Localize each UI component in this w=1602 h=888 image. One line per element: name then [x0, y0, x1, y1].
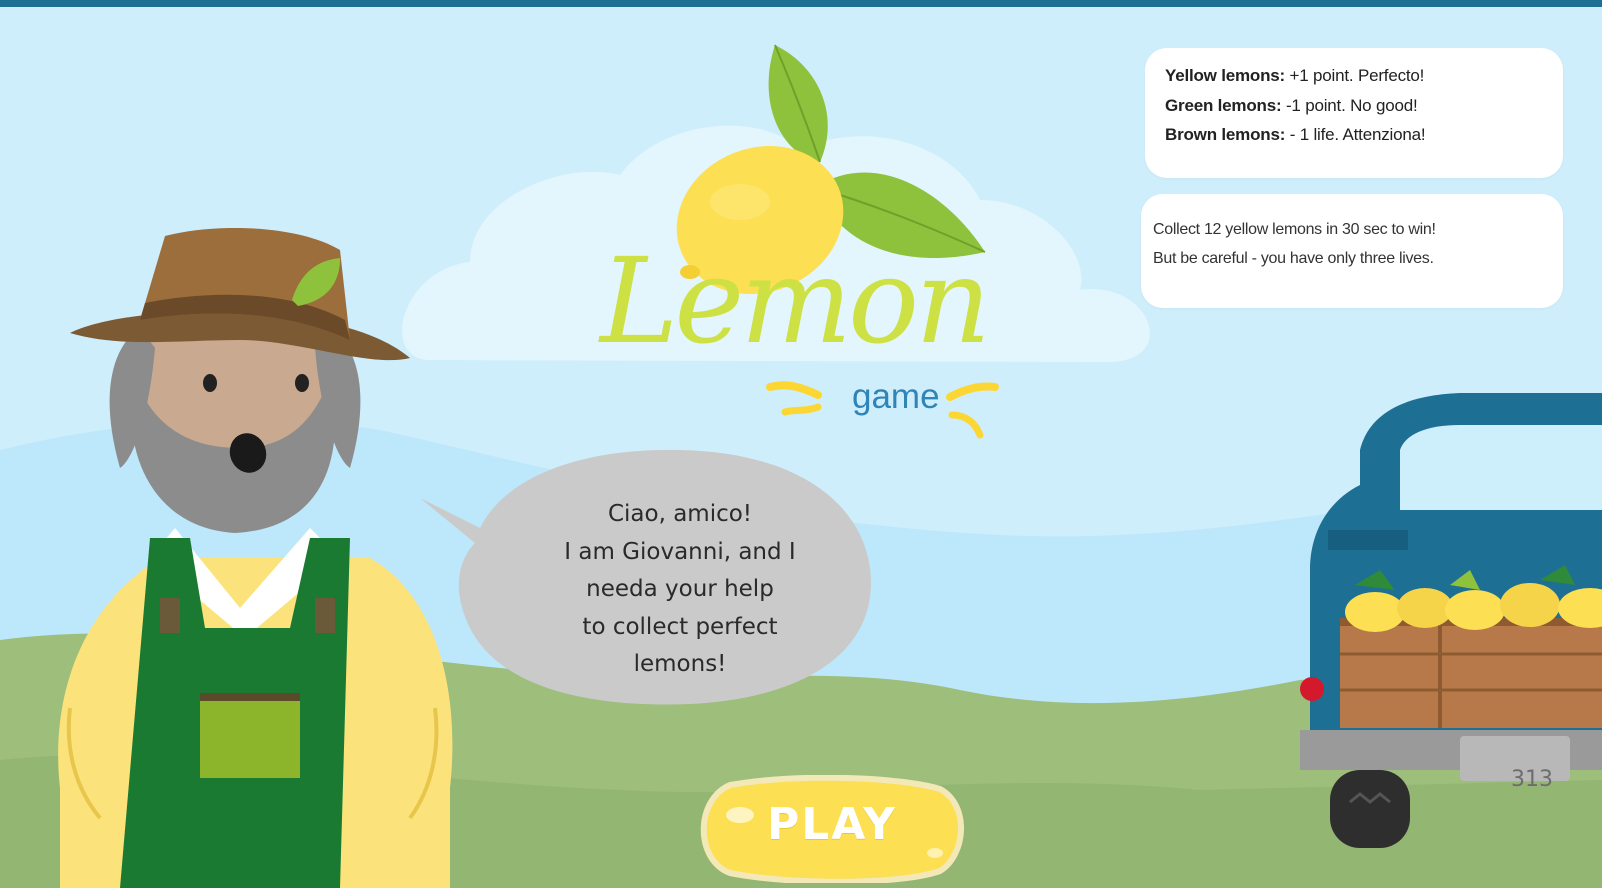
rule-yellow: Yellow lemons: +1 point. Perfecto! [1165, 66, 1424, 86]
rule-yellow-label: Yellow lemons: [1165, 66, 1286, 85]
logo-subtitle: game [852, 377, 940, 416]
goal-line-1: Collect 12 yellow lemons in 30 sec to wi… [1153, 221, 1436, 238]
speech-text: Ciao, amico! I am Giovanni, and I needa … [520, 496, 840, 684]
speech-line: Ciao, amico! [607, 501, 753, 527]
rules-panel: Yellow lemons: +1 point. Perfecto! Green… [1145, 48, 1563, 178]
goal-line-2: But be careful - you have only three liv… [1153, 250, 1434, 267]
game-scene: Ciao, amico! I am Giovanni, and I needa … [0, 7, 1602, 888]
play-button[interactable]: PLAY [700, 775, 964, 883]
license-plate: 313 [1511, 767, 1553, 792]
logo-title: Lemon [600, 232, 991, 370]
speech-line: lemons! [633, 651, 727, 677]
rule-green-label: Green lemons: [1165, 96, 1282, 115]
speech-line: I am Giovanni, and I [564, 538, 796, 565]
speech-line: needa your help [586, 576, 774, 602]
rule-green: Green lemons: -1 point. No good! [1165, 96, 1418, 116]
top-border [0, 0, 1602, 7]
rule-brown: Brown lemons: - 1 life. Attenziona! [1165, 125, 1426, 145]
speech-line: to collect perfect [582, 613, 778, 640]
rule-brown-label: Brown lemons: [1165, 125, 1286, 144]
play-button-label[interactable]: PLAY [700, 799, 964, 850]
rule-yellow-text: +1 point. Perfecto! [1285, 66, 1425, 85]
rule-brown-text: - 1 life. Attenziona! [1285, 125, 1426, 144]
rule-green-text: -1 point. No good! [1281, 96, 1418, 115]
goal-panel: Collect 12 yellow lemons in 30 sec to wi… [1141, 194, 1563, 308]
